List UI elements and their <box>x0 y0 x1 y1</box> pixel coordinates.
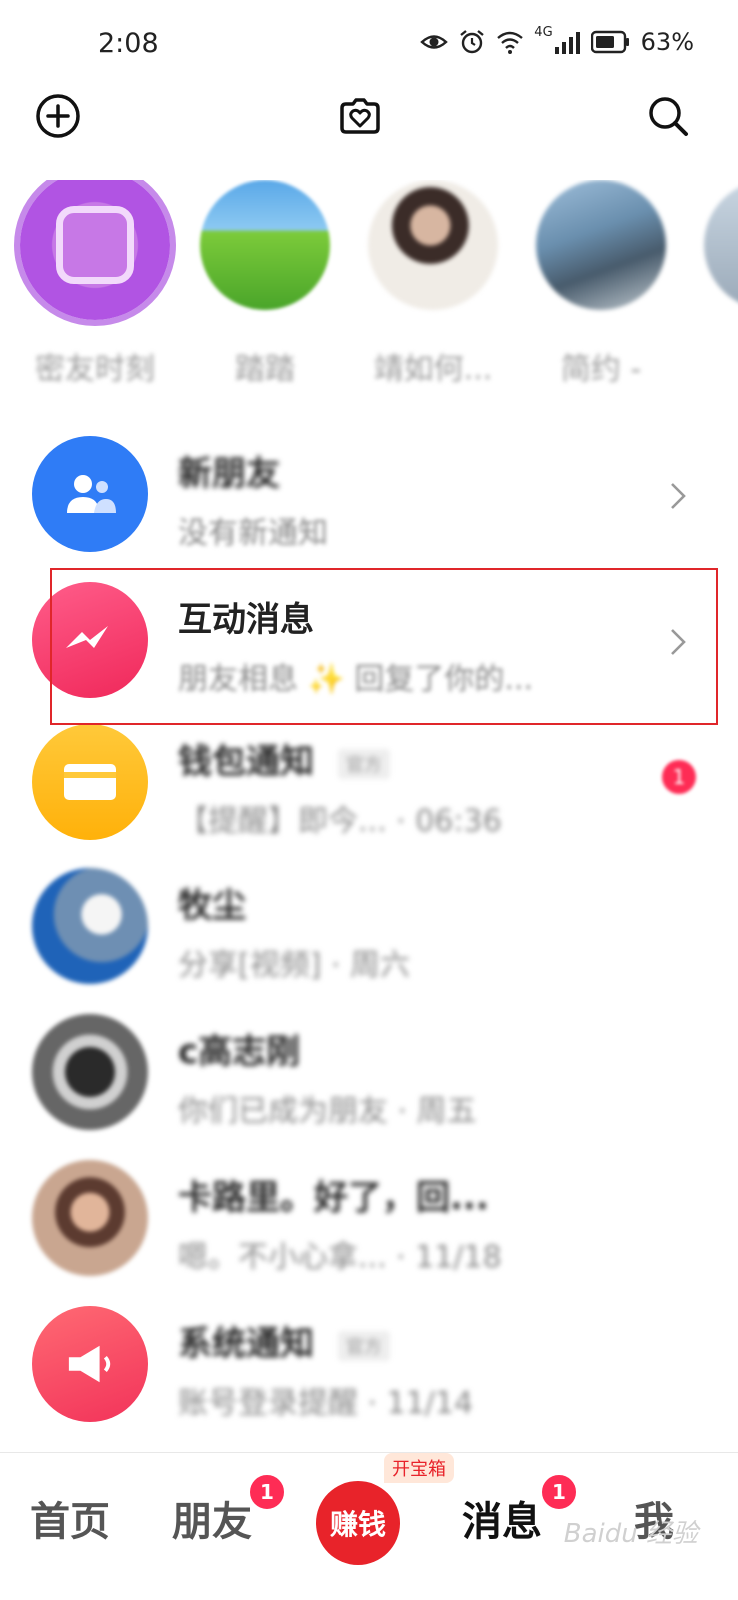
list-item-chat[interactable]: 牧尘 分享[视频] · 周六 <box>0 868 738 1008</box>
interactions-avatar <box>32 582 148 698</box>
story-avatar <box>368 180 498 310</box>
story-item[interactable]: 靖如何... <box>358 180 508 388</box>
watermark: Baidu 经验 <box>563 1519 698 1549</box>
nav-home[interactable]: 首页 <box>30 1489 110 1547</box>
chevron-right-icon <box>671 629 686 655</box>
story-avatar <box>704 180 738 310</box>
avatar <box>32 868 148 984</box>
top-bar <box>0 92 738 148</box>
search-icon[interactable] <box>644 92 692 140</box>
list-item-system-notice[interactable]: 系统通知 官方 账号登录提醒 · 11/14 <box>0 1306 738 1446</box>
unread-badge: 1 <box>662 760 696 794</box>
card-icon <box>64 764 116 800</box>
story-item[interactable]: 密友时刻 <box>20 180 170 388</box>
system-notice-avatar <box>32 1306 148 1422</box>
story-name: 密友时刻 <box>35 352 155 387</box>
lightning-chat-icon <box>66 626 108 648</box>
chevron-right-icon <box>671 483 686 509</box>
item-title: 互动消息 <box>178 600 314 640</box>
people-icon <box>67 475 116 513</box>
stories-row: 密友时刻 踏踏 靖如何... 简约 - <box>0 180 738 400</box>
messages-page: 2:08 4G 63% 密友时刻 踏踏 靖如何... 简约 - 新朋友 没有新通… <box>0 0 738 1600</box>
item-subtitle: 分享[视频] · 周六 <box>178 948 411 983</box>
item-title-text: 系统通知 <box>178 1324 314 1364</box>
earn-button[interactable]: 赚钱 <box>316 1481 400 1565</box>
item-title: 新朋友 <box>178 454 280 494</box>
story-item[interactable] <box>704 180 738 310</box>
official-tag: 官方 <box>337 1330 390 1361</box>
story-item[interactable]: 简约 - <box>526 180 676 388</box>
list-item-chat[interactable]: c高志刚 你们已成为朋友 · 周五 <box>0 1014 738 1154</box>
official-tag: 官方 <box>337 748 390 779</box>
avatar <box>32 1014 148 1130</box>
wifi-icon <box>497 31 524 54</box>
item-subtitle: 账号登录提醒 · 11/14 <box>178 1386 474 1421</box>
story-name: 靖如何... <box>373 352 493 387</box>
list-item-wallet-notice[interactable]: 钱包通知 官方 【提醒】即今... · 06:36 1 <box>0 724 738 864</box>
item-title: 卡路里。好了，回... <box>178 1178 489 1218</box>
item-subtitle: 你们已成为朋友 · 周五 <box>178 1094 477 1129</box>
item-subtitle: 嗯。不小心拿... · 11/18 <box>178 1240 502 1275</box>
messages-badge: 1 <box>540 1473 578 1511</box>
item-subtitle: 没有新通知 <box>178 516 328 551</box>
signal-icon <box>554 32 580 54</box>
list-item-interactions[interactable]: 互动消息 朋友相息 ✨ 回复了你的... <box>0 582 738 722</box>
item-title: c高志刚 <box>178 1032 301 1072</box>
item-title-text: 钱包通知 <box>178 742 314 782</box>
battery-icon <box>590 30 629 54</box>
item-subtitle: 【提醒】即今... · 06:36 <box>178 804 502 839</box>
bottom-nav: 首页 朋友 1 赚钱 开宝箱 消息 1 我 Baidu 经验 <box>0 1452 738 1600</box>
item-title: 牧尘 <box>178 886 246 926</box>
avatar <box>32 1160 148 1276</box>
new-friends-avatar <box>32 436 148 552</box>
alarm-icon <box>460 30 485 54</box>
megaphone-icon <box>68 1345 111 1383</box>
story-name: 简约 - <box>560 352 642 387</box>
story-name: 踏踏 <box>235 352 295 387</box>
eye-icon <box>420 35 449 49</box>
status-icons: 4G 63% <box>420 24 694 56</box>
item-title: 系统通知 官方 <box>178 1316 390 1365</box>
item-title: 钱包通知 官方 <box>178 734 390 783</box>
item-subtitle: 朋友相息 ✨ 回复了你的... <box>178 662 534 697</box>
story-item[interactable]: 踏踏 <box>190 180 340 388</box>
nav-messages[interactable]: 消息 <box>462 1489 542 1547</box>
story-avatar <box>536 180 666 310</box>
heart-camera-icon[interactable] <box>336 92 384 140</box>
friend-moment-avatar <box>20 180 170 320</box>
list-item-chat[interactable]: 卡路里。好了，回... 嗯。不小心拿... · 11/18 <box>0 1160 738 1300</box>
nav-friends[interactable]: 朋友 <box>172 1489 252 1547</box>
friends-badge: 1 <box>248 1473 286 1511</box>
wallet-avatar <box>32 724 148 840</box>
list-item-new-friends[interactable]: 新朋友 没有新通知 <box>0 436 738 576</box>
status-time: 2:08 <box>98 28 159 59</box>
battery-percent: 63% <box>640 28 694 56</box>
add-icon[interactable] <box>34 92 82 140</box>
story-avatar <box>200 180 330 310</box>
status-bar: 2:08 4G 63% <box>0 0 738 90</box>
moment-icon <box>56 206 134 284</box>
treasure-box-tag[interactable]: 开宝箱 <box>384 1453 454 1483</box>
network-label: 4G <box>534 24 553 40</box>
